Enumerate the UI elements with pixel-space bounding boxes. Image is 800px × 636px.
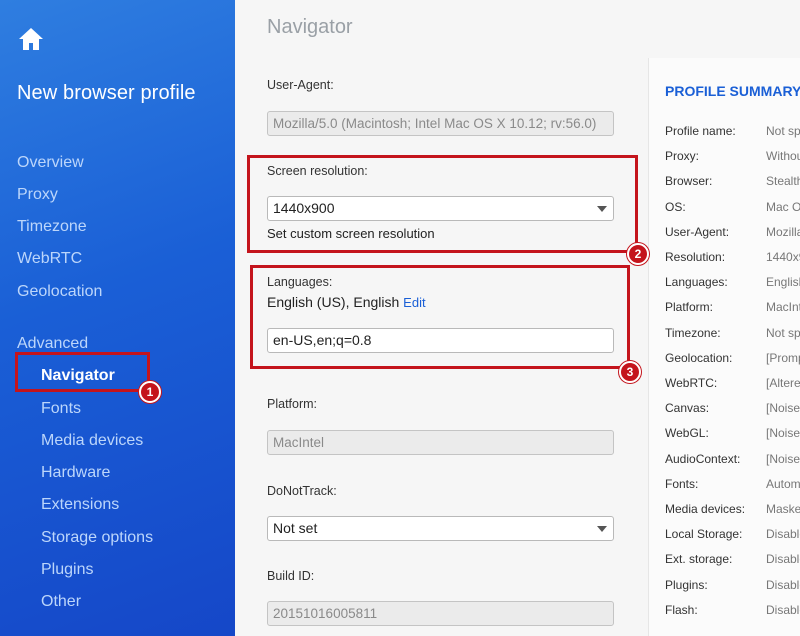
summary-row: Browser: Stealth [665, 174, 800, 194]
platform-field: MacIntel [267, 430, 614, 455]
annotation-badge-2: 2 [627, 243, 649, 265]
user-agent-label: User-Agent: [267, 78, 334, 92]
sidebar-item-timezone[interactable]: Timezone [17, 218, 87, 236]
summary-value: [Noise] [766, 451, 800, 466]
summary-value: Stealth [766, 174, 800, 189]
summary-value: [Noise] [766, 426, 800, 441]
summary-key: Geolocation: [665, 350, 733, 365]
summary-value: Maske [766, 502, 800, 516]
sidebar-section-advanced: Advanced [17, 335, 89, 352]
sidebar-item-proxy[interactable]: Proxy [17, 186, 58, 204]
summary-row: Plugins: Disable [665, 578, 800, 598]
summary-value: Disable [766, 552, 800, 567]
summary-key: Platform: [665, 300, 714, 315]
summary-row: Languages: English [665, 275, 800, 295]
do-not-track-value: Not set [273, 520, 318, 536]
do-not-track-select[interactable]: Not set [267, 516, 614, 541]
summary-row: Platform: MacInt [665, 300, 800, 320]
summary-value: English [766, 275, 800, 290]
summary-key: WebRTC: [665, 376, 718, 390]
summary-value: Disable [766, 602, 800, 617]
summary-value: Withou [766, 149, 800, 164]
annotation-badge-1: 1 [139, 381, 161, 403]
app-title: New browser profile [17, 82, 196, 104]
summary-row: AudioContext: [Noise] [665, 452, 800, 472]
summary-value: Disable [766, 577, 800, 592]
highlight-box-navigator [15, 352, 150, 392]
summary-row: Ext. storage: Disable [665, 552, 800, 572]
summary-key: Plugins: [665, 577, 708, 592]
sidebar-item-hardware[interactable]: Hardware [41, 464, 110, 482]
summary-key: User-Agent: [665, 224, 730, 239]
summary-key: AudioContext: [665, 451, 741, 466]
build-id-label: Build ID: [267, 569, 315, 583]
summary-row: Fonts: Autom [665, 477, 800, 497]
summary-key: Media devices: [665, 502, 746, 516]
summary-key: Profile name: [665, 124, 736, 138]
summary-row: Timezone: Not sp [665, 326, 800, 346]
summary-key: Ext. storage: [665, 552, 733, 567]
summary-key: Resolution: [665, 250, 726, 264]
summary-row: Local Storage: Disable [665, 527, 800, 547]
summary-key: Languages: [665, 275, 728, 290]
summary-key: WebGL: [665, 426, 709, 441]
summary-row: Profile name: Not sp [665, 124, 800, 144]
summary-key: Timezone: [665, 325, 721, 340]
sidebar-item-storage-options[interactable]: Storage options [41, 529, 153, 547]
summary-key: Flash: [665, 602, 698, 617]
profile-summary-panel: PROFILE SUMMARY Profile name: Not sp Proxy… [648, 58, 800, 636]
page-title: Navigator [267, 16, 353, 38]
sidebar-item-geolocation[interactable]: Geolocation [17, 283, 102, 301]
summary-row: Flash: Disable [665, 603, 800, 623]
sidebar-item-webrtc[interactable]: WebRTC [17, 250, 82, 268]
summary-row: WebRTC: [Altere [665, 376, 800, 396]
summary-key: Browser: [665, 174, 713, 189]
build-id-field: 20151016005811 [267, 601, 614, 626]
summary-value: [Promp [766, 350, 800, 365]
summary-row: WebGL: [Noise] [665, 426, 800, 446]
summary-value: [Noise] [766, 401, 800, 416]
sidebar-item-extensions[interactable]: Extensions [41, 496, 119, 514]
summary-row: OS: Mac O [665, 200, 800, 220]
summary-row: Media devices: Maske [665, 502, 800, 522]
summary-row: Proxy: Withou [665, 149, 800, 169]
highlight-box-screen-resolution [247, 155, 638, 253]
summary-row: User-Agent: Mozilla [665, 225, 800, 245]
home-icon[interactable] [17, 26, 45, 52]
summary-key: Proxy: [665, 149, 700, 164]
sidebar-item-overview[interactable]: Overview [17, 154, 84, 172]
summary-value: Mac O [766, 199, 800, 214]
sidebar-item-plugins[interactable]: Plugins [41, 561, 93, 579]
do-not-track-label: DoNotTrack: [267, 484, 337, 498]
summary-key: Local Storage: [665, 527, 743, 542]
summary-value: Mozilla [766, 224, 800, 239]
platform-label: Platform: [267, 397, 318, 411]
summary-value: Not sp [766, 124, 800, 138]
summary-value: Autom [766, 476, 800, 491]
chevron-down-icon [597, 526, 607, 532]
summary-row: Resolution: 1440x9 [665, 250, 800, 270]
highlight-box-languages [250, 265, 630, 369]
summary-row: Canvas: [Noise] [665, 401, 800, 421]
summary-key: Fonts: [665, 476, 699, 491]
summary-value: Not sp [766, 325, 800, 340]
summary-value: [Altere [766, 376, 800, 390]
sidebar-item-other[interactable]: Other [41, 593, 81, 611]
summary-value: MacInt [766, 300, 800, 315]
sidebar: New browser profile Overview Proxy Timez… [0, 0, 235, 636]
user-agent-field: Mozilla/5.0 (Macintosh; Intel Mac OS X 1… [267, 111, 614, 136]
summary-key: Canvas: [665, 401, 710, 416]
sidebar-item-fonts[interactable]: Fonts [41, 400, 81, 418]
annotation-badge-3: 3 [619, 361, 641, 383]
summary-title: PROFILE SUMMARY [665, 83, 800, 99]
sidebar-item-media-devices[interactable]: Media devices [41, 432, 143, 450]
summary-key: OS: [665, 199, 686, 214]
summary-value: 1440x9 [766, 250, 800, 264]
summary-value: Disable [766, 527, 800, 542]
summary-row: Geolocation: [Promp [665, 351, 800, 371]
